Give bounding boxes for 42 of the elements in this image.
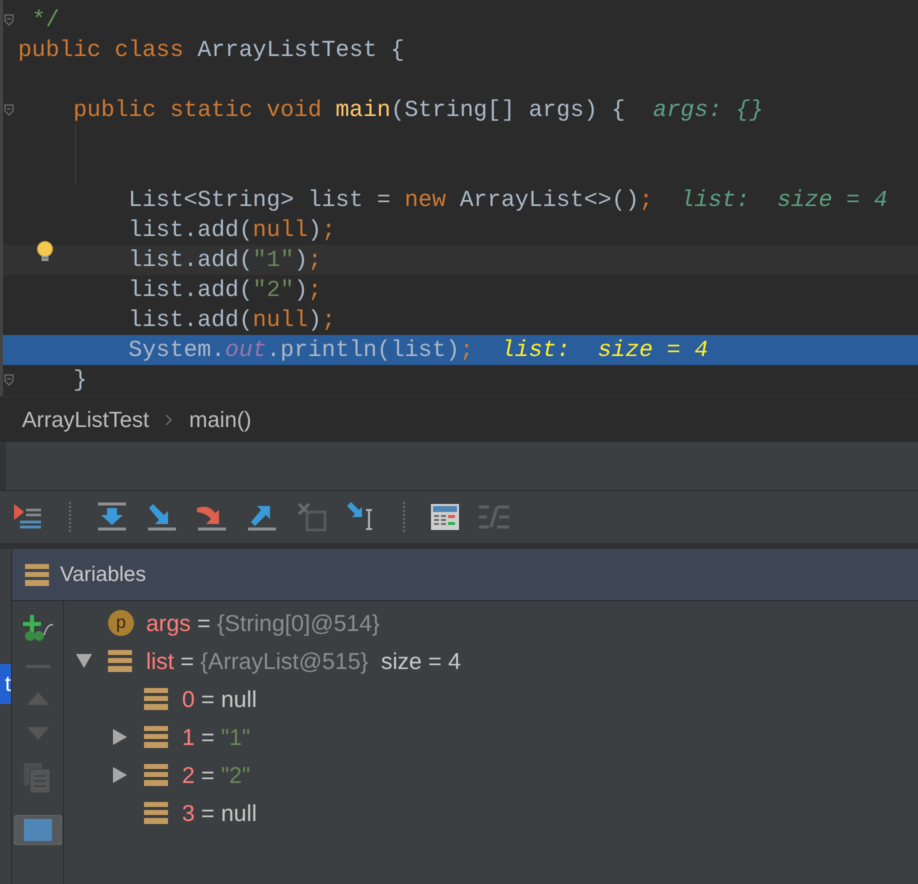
variable-entry[interactable]: args = {String[0]@514}	[146, 606, 380, 640]
collapsed-arrow-icon[interactable]	[112, 729, 128, 745]
variable-entry[interactable]: list = {ArrayList@515} size = 4	[146, 644, 461, 678]
variables-icon	[25, 564, 49, 586]
variable-icon	[108, 650, 132, 672]
variable-entry[interactable]: 3 = null	[182, 796, 257, 830]
code-line: list.add(null);	[128, 306, 336, 335]
code-line: public static void main(String[] args) { args: {}	[73, 96, 764, 125]
step-over-icon[interactable]	[97, 502, 127, 532]
code-line: }	[73, 366, 88, 395]
side-tab[interactable]: t	[0, 664, 11, 704]
fold-icon[interactable]	[4, 14, 14, 26]
code-line: list.add("2");	[128, 276, 322, 305]
watches-toggle-icon[interactable]	[14, 815, 62, 845]
collapsed-arrow-icon[interactable]	[112, 767, 128, 783]
drop-frame-icon[interactable]	[297, 502, 327, 532]
code-line: public class ArrayListTest {	[18, 36, 404, 65]
variable-entry[interactable]: 0 = null	[182, 682, 257, 716]
add-watch-icon[interactable]	[22, 615, 54, 643]
variable-icon	[144, 802, 168, 824]
parameter-badge: p	[108, 610, 134, 636]
lightbulb-icon[interactable]	[36, 240, 54, 264]
chevron-icon	[165, 414, 174, 426]
code-line: List<String> list = new ArrayList<>(); list: size = 4	[128, 186, 888, 215]
code-line: list.add(null);	[128, 216, 336, 245]
trace-icon[interactable]	[479, 504, 509, 530]
calculator-icon[interactable]	[431, 504, 459, 530]
fold-icon[interactable]	[4, 374, 14, 386]
panel-title: Variables	[60, 562, 146, 588]
variable-entry[interactable]: 2 = "2"	[182, 758, 250, 792]
breadcrumb[interactable]: main()	[189, 403, 252, 436]
fold-icon[interactable]	[4, 104, 14, 116]
variable-entry[interactable]: 1 = "1"	[182, 720, 250, 754]
variable-icon	[144, 688, 168, 710]
code-line: System.out.println(list); list: size = 4	[128, 336, 708, 365]
step-into-icon[interactable]	[147, 502, 177, 532]
variable-icon	[144, 726, 168, 748]
breadcrumb[interactable]: ArrayListTest	[22, 403, 150, 436]
expanded-arrow-icon[interactable]	[76, 653, 92, 669]
code-line: */	[32, 6, 60, 35]
variable-icon	[144, 764, 168, 786]
code-line: list.add("1");	[128, 246, 322, 275]
